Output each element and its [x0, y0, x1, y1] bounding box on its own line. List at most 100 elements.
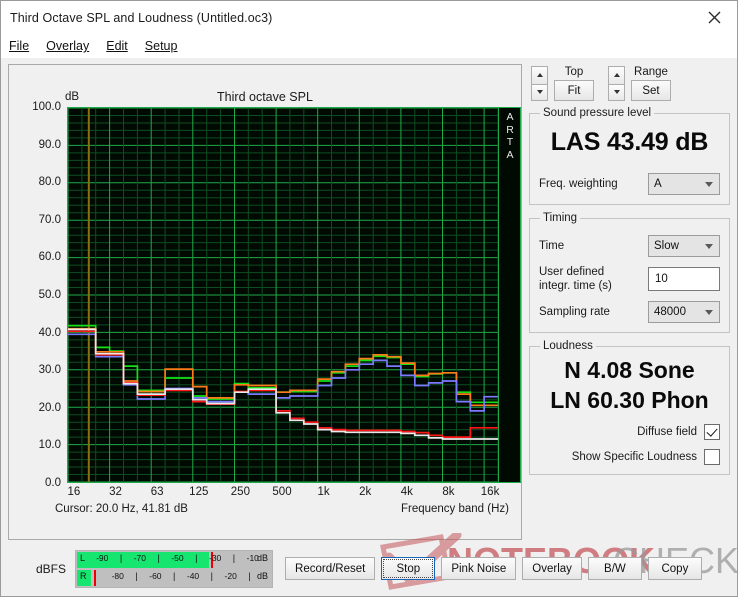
specific-loudness-checkbox[interactable] — [704, 449, 720, 465]
meter-tick-separator: | — [248, 570, 251, 581]
meter-tick-separator: | — [232, 552, 236, 563]
meter-unit-label: dB — [257, 552, 269, 563]
meter-peak-marker — [94, 569, 97, 586]
menu-bar: File Overlay Edit Setup — [1, 34, 737, 58]
x-tick-label: 63 — [150, 486, 164, 498]
y-tick-label: 60.0 — [38, 251, 61, 264]
stop-button[interactable]: Stop — [381, 557, 436, 580]
meter-channel-label: R — [80, 570, 87, 581]
chevron-down-icon — [705, 244, 713, 249]
spl-value: LAS 43.49 dB — [550, 128, 709, 156]
triangle-up-icon — [613, 73, 620, 78]
meter-tick-label: -60 — [149, 570, 162, 581]
bottom-bar: dBFS L-90-70-50-30-10|||||dB R-80-60-40-… — [1, 533, 738, 596]
fit-button[interactable]: Fit — [554, 80, 594, 101]
sampling-rate-select[interactable]: 48000 — [648, 301, 720, 323]
title-bar: Third Octave SPL and Loudness (Untitled.… — [1, 1, 737, 34]
menu-item-setup[interactable]: Setup — [145, 39, 178, 53]
meter-unit-label: dB — [257, 570, 269, 581]
record-reset-button[interactable]: Record/Reset — [285, 557, 376, 580]
pink-noise-button[interactable]: Pink Noise — [441, 557, 517, 580]
meter-tick-label: -50 — [171, 552, 184, 563]
meter-tick-separator: | — [173, 570, 176, 581]
chart-plot-area[interactable] — [67, 107, 499, 483]
timing-group-label: Timing — [543, 212, 578, 224]
integration-time-label: User defined integr. time (s) — [539, 265, 612, 293]
freq-weighting-value: A — [654, 178, 662, 190]
meter-tick-separator: | — [119, 552, 123, 563]
y-tick-label: 80.0 — [38, 176, 61, 189]
meter-tick-separator: | — [210, 570, 214, 581]
main-body: Third octave SPL dB 100.0 90.0 80.0 70.0 60.… — [1, 58, 737, 540]
menu-item-edit[interactable]: Edit — [106, 39, 128, 53]
arta-letter-r: R — [506, 123, 514, 136]
y-tick-label: 20.0 — [38, 401, 61, 414]
y-tick-label: 40.0 — [38, 326, 61, 339]
y-tick-label: 70.0 — [38, 213, 61, 226]
menu-item-setup-label: Setup — [144, 39, 178, 53]
specific-loudness-row[interactable]: Show Specific Loudness — [539, 449, 720, 465]
x-tick-label: 16 — [67, 486, 81, 498]
y-tick-label: 50.0 — [38, 289, 61, 301]
meter-tick-separator: | — [270, 553, 271, 563]
chart-title: Third octave SPL — [217, 90, 313, 104]
menu-item-file[interactable]: File — [9, 39, 29, 53]
graph-panel[interactable]: Third octave SPL dB 100.0 90.0 80.0 70.0 60.… — [8, 64, 522, 540]
level-meter-left: L-90-70-50-30-10|||||dB — [77, 551, 272, 568]
sampling-rate-row: Sampling rate 48000 — [539, 301, 720, 323]
x-tick-label: 2k — [359, 486, 372, 498]
chevron-down-icon — [705, 182, 713, 187]
y-tick-label: 30.0 — [38, 364, 61, 377]
time-row: Time Slow — [539, 235, 720, 257]
level-meter-right: R -80 -60 -40 -20 | | | | dB — [77, 569, 272, 586]
copy-button[interactable]: Copy — [647, 557, 702, 580]
window-title: Third Octave SPL and Loudness (Untitled.… — [10, 10, 273, 25]
integration-time-row: User defined integr. time (s) 10 — [539, 265, 720, 293]
specific-loudness-label: Show Specific Loudness — [571, 451, 697, 463]
x-tick-label: 125 — [189, 486, 209, 498]
range-spinner[interactable] — [608, 66, 625, 101]
triangle-down-icon — [536, 90, 543, 95]
x-axis-labels: 16 32 63 125 250 500 1k 2k 4k 8k 16k — [9, 486, 521, 502]
meter-tick-separator: | — [195, 552, 198, 563]
integration-time-value: 10 — [655, 273, 668, 285]
top-label: Top — [564, 66, 584, 78]
loudness-group: Loudness N 4.08 Sone LN 60.30 Phon Diffu… — [529, 340, 730, 475]
menu-item-overlay[interactable]: Overlay — [46, 39, 89, 53]
y-tick-label: 10.0 — [38, 439, 61, 452]
menu-item-edit-label: Edit — [106, 39, 128, 53]
range-label-box: Range Set — [631, 66, 671, 101]
cursor-readout: Cursor: 20.0 Hz, 41.81 dB — [55, 503, 188, 515]
range-spinner-down[interactable] — [608, 83, 625, 101]
range-spinner-up[interactable] — [608, 66, 625, 84]
top-spinner-up[interactable] — [531, 66, 548, 84]
meter-tick-label: -70 — [133, 552, 147, 563]
y-axis-unit: dB — [65, 91, 80, 103]
meter-tick-label: -40 — [186, 570, 200, 581]
time-label: Time — [539, 240, 565, 252]
arta-letter-t: T — [506, 136, 514, 148]
diffuse-field-row[interactable]: Diffuse field — [539, 424, 720, 440]
integration-time-label-line2: integr. time (s) — [539, 280, 612, 292]
freq-weighting-select[interactable]: A — [648, 173, 720, 195]
integration-time-input[interactable]: 10 — [648, 267, 720, 291]
transport-buttons: Record/Reset Stop Pink Noise Overlay B/W… — [285, 557, 702, 580]
timing-group: Timing Time Slow User defined integr. ti… — [529, 212, 730, 333]
x-tick-label: 1k — [317, 486, 330, 498]
right-panel: Top Fit Range Set Sound pressure level L… — [529, 64, 730, 540]
meter-tick-separator: | — [157, 552, 160, 563]
loudness-sone-value: N 4.08 Sone — [564, 357, 695, 383]
arta-letter-a2: A — [506, 148, 514, 161]
close-icon[interactable] — [691, 1, 737, 34]
diffuse-field-checkbox[interactable] — [704, 424, 720, 440]
range-control-group: Range Set — [608, 66, 671, 101]
freq-weighting-label: Freq. weighting — [539, 178, 618, 190]
application-window: Third Octave SPL and Loudness (Untitled.… — [0, 0, 738, 597]
set-button[interactable]: Set — [631, 80, 671, 101]
x-axis-title: Frequency band (Hz) — [400, 503, 509, 515]
top-spinner-down[interactable] — [531, 83, 548, 101]
overlay-button[interactable]: Overlay — [522, 557, 582, 580]
bw-button[interactable]: B/W — [587, 557, 642, 580]
top-spinner[interactable] — [531, 66, 548, 101]
time-select[interactable]: Slow — [648, 235, 720, 257]
